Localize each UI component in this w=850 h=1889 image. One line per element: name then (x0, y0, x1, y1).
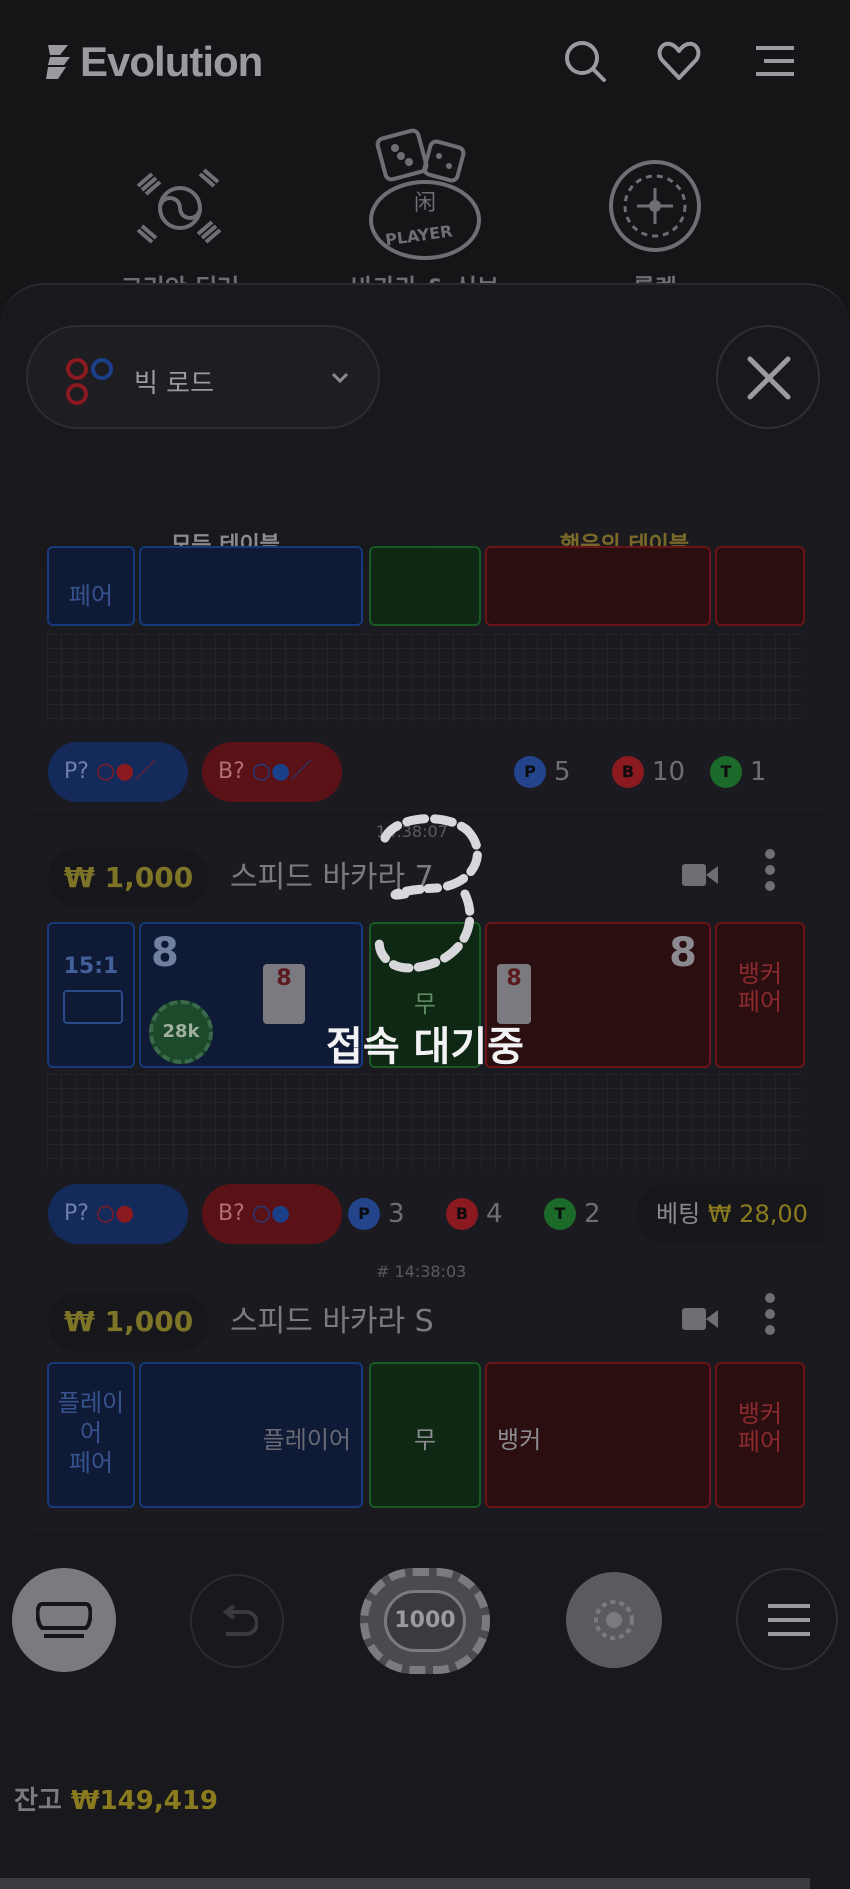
roulette-icon (609, 160, 701, 252)
table-name: 스피드 바카라 7 (230, 860, 434, 895)
player-ask-button[interactable]: P? ○●／ (48, 742, 188, 802)
bet-total: 베팅 ₩ 28,00 (636, 1184, 824, 1244)
banker-ask-button[interactable]: B? ○● (202, 1184, 342, 1244)
menu-icon[interactable] (752, 38, 798, 84)
category-roulette[interactable]: 룰렛 (555, 120, 755, 302)
table-card[interactable]: 페어 P? ○●／ B? ○●／ P5 B 10 T1 (26, 546, 824, 812)
big-road-grid (47, 634, 803, 722)
rebet-button[interactable] (566, 1572, 662, 1668)
min-bet-label: ₩ 1,000 (48, 1292, 210, 1352)
player-pair-bet[interactable]: 플레이 어 페어 (47, 1362, 135, 1508)
video-camera-icon[interactable] (682, 1306, 718, 1332)
search-icon[interactable] (562, 38, 608, 84)
balance-amount: ₩149,419 (70, 1786, 219, 1816)
favorites-heart-icon[interactable] (656, 38, 702, 84)
banker-pair-bet[interactable]: 뱅커 페어 (715, 922, 805, 1068)
banker-bet[interactable]: 8 8 (485, 922, 711, 1068)
player-bet[interactable]: 플레이어 (139, 1362, 363, 1508)
main-menu-button[interactable] (736, 1568, 838, 1670)
banker-ask-button[interactable]: B? ○●／ (202, 742, 342, 802)
tie-bet[interactable] (369, 546, 481, 626)
home-indicator-bar (0, 1878, 810, 1889)
banker-bet[interactable]: 뱅커 (485, 1362, 711, 1508)
table-card[interactable]: # 14:38:03 ₩ 1,000 스피드 바카라 S 플레이 어 페어 플레… (26, 1262, 824, 1532)
road-type-select[interactable]: 빅 로드 (26, 325, 380, 429)
balance-label: 잔고 (14, 1786, 62, 1816)
bottom-toolbar: 1000 (0, 1560, 850, 1680)
undo-icon (222, 1604, 258, 1636)
round-id: # 14:38:03 (376, 1262, 467, 1281)
banker-bet[interactable] (485, 546, 711, 626)
big-road-grid (47, 1074, 803, 1170)
player-card: 8 (263, 964, 305, 1024)
tie-bet[interactable]: 무 (369, 922, 481, 1068)
brand-name: Evolution (80, 38, 263, 85)
app-header: Evolution (0, 0, 850, 120)
evolution-logo-icon (46, 45, 70, 79)
placed-chip: 28k (149, 1000, 213, 1064)
table-name: 스피드 바카라 S (230, 1304, 434, 1339)
more-options-icon[interactable] (764, 1292, 776, 1336)
table-icon (36, 1602, 92, 1638)
tie-stat: T1 (710, 756, 767, 788)
evolution-logo[interactable]: Evolution (46, 38, 263, 86)
category-baccarat-sicbo[interactable]: 闲 PLAYER 바카라 & 식보 (325, 120, 525, 302)
banker-pair-bet[interactable]: 뱅커 페어 (715, 1362, 805, 1508)
category-nav: 코리안 딜러 闲 PLAYER 바카라 & 식보 룰렛 (0, 120, 850, 302)
player-wins-stat: P5 (514, 756, 571, 788)
banker-wins-stat: B4 (446, 1198, 503, 1230)
close-icon (747, 356, 791, 400)
undo-button[interactable] (190, 1574, 284, 1668)
player-bet[interactable]: 8 28k 8 (139, 922, 363, 1068)
min-bet-label: ₩ 1,000 (48, 848, 210, 908)
round-id: 14:38:07 (376, 822, 448, 841)
video-camera-icon[interactable] (682, 862, 718, 888)
table-card[interactable]: 14:38:07 ₩ 1,000 스피드 바카라 7 15:1 8 28k 8 … (26, 818, 824, 1250)
banker-pair-bet[interactable] (715, 546, 805, 626)
chip-value: 1000 (384, 1590, 466, 1652)
player-ask-button[interactable]: P? ○● (48, 1184, 188, 1244)
road-select-label: 빅 로드 (134, 369, 215, 399)
chevron-down-icon (331, 372, 349, 384)
korea-flag-icon (136, 168, 222, 244)
balance-display: 잔고 ₩149,419 (14, 1780, 218, 1817)
tie-stat: T2 (544, 1198, 601, 1230)
chip-selector[interactable]: 1000 (360, 1568, 490, 1674)
rebet-chip-icon (594, 1600, 634, 1640)
svg-text:闲: 闲 (414, 191, 436, 216)
hamburger-icon (768, 1604, 810, 1636)
banker-wins-stat: B 10 (612, 756, 685, 788)
player-wins-stat: P3 (348, 1198, 405, 1230)
tie-bet[interactable]: 무 (369, 1362, 481, 1508)
more-options-icon[interactable] (764, 848, 776, 892)
player-pair-bet[interactable]: 페어 (47, 546, 135, 626)
banker-card: 8 (497, 964, 531, 1024)
lobby-button[interactable] (12, 1568, 116, 1672)
close-button[interactable] (716, 325, 820, 429)
big-road-icon (66, 358, 113, 405)
player-bet[interactable] (139, 546, 363, 626)
player-pair-bet[interactable]: 15:1 (47, 922, 135, 1068)
category-korean-dealer[interactable]: 코리안 딜러 (80, 120, 280, 302)
